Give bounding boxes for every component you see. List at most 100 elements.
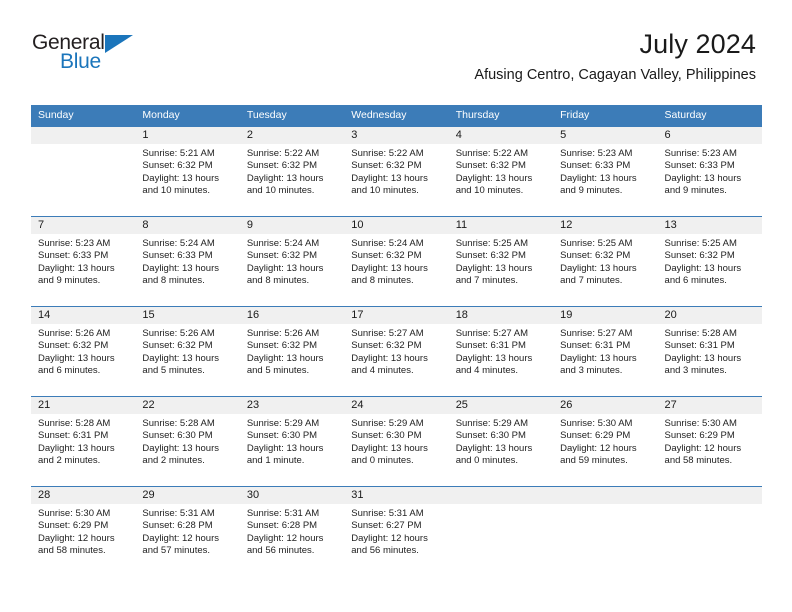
day-details: Sunrise: 5:31 AM Sunset: 6:28 PM Dayligh… [246, 508, 324, 557]
calendar-day-cell[interactable] [657, 486, 762, 576]
day-number: 20 [657, 307, 762, 324]
day-number: 28 [31, 487, 136, 504]
day-details: Sunrise: 5:27 AM Sunset: 6:31 PM Dayligh… [455, 328, 533, 377]
calendar-day-cell[interactable]: 6 Sunrise: 5:23 AM Sunset: 6:33 PM Daylig… [657, 126, 762, 216]
day-number: 30 [239, 487, 345, 504]
calendar-day-cell[interactable]: 12 Sunrise: 5:25 AM Sunset: 6:32 PM Dayli… [553, 216, 658, 306]
day-number: 23 [239, 397, 345, 414]
calendar-day-cell[interactable]: 5 Sunrise: 5:23 AM Sunset: 6:33 PM Daylig… [553, 126, 658, 216]
calendar-day-cell[interactable]: 22 Sunrise: 5:28 AM Sunset: 6:30 PM Dayli… [135, 396, 240, 486]
triangle-icon [105, 35, 133, 53]
calendar-day-cell[interactable]: 14 Sunrise: 5:26 AM Sunset: 6:32 PM Dayli… [31, 306, 136, 396]
day-number: 1 [135, 127, 240, 144]
day-number: 12 [553, 217, 658, 234]
calendar-day-cell[interactable]: 7 Sunrise: 5:23 AM Sunset: 6:33 PM Daylig… [31, 216, 136, 306]
calendar-week-row: 21 Sunrise: 5:28 AM Sunset: 6:31 PM Dayli… [31, 396, 762, 486]
calendar-week-row: 28 Sunrise: 5:30 AM Sunset: 6:29 PM Dayli… [31, 486, 762, 576]
day-details: Sunrise: 5:25 AM Sunset: 6:32 PM Dayligh… [664, 238, 742, 287]
day-number: 26 [553, 397, 658, 414]
day-number: 24 [344, 397, 449, 414]
calendar-day-cell[interactable]: 24 Sunrise: 5:29 AM Sunset: 6:30 PM Dayli… [344, 396, 449, 486]
calendar-day-cell[interactable]: 18 Sunrise: 5:27 AM Sunset: 6:31 PM Dayli… [448, 306, 554, 396]
day-details: Sunrise: 5:31 AM Sunset: 6:27 PM Dayligh… [351, 508, 428, 557]
calendar-day-cell[interactable]: 27 Sunrise: 5:30 AM Sunset: 6:29 PM Dayli… [657, 396, 762, 486]
day-details: Sunrise: 5:26 AM Sunset: 6:32 PM Dayligh… [246, 328, 324, 377]
day-number: 27 [657, 397, 762, 414]
calendar-day-cell[interactable]: 17 Sunrise: 5:27 AM Sunset: 6:32 PM Dayli… [344, 306, 449, 396]
day-number [448, 487, 554, 504]
day-details [553, 504, 657, 508]
calendar-day-cell[interactable]: 13 Sunrise: 5:25 AM Sunset: 6:32 PM Dayli… [657, 216, 762, 306]
calendar-day-cell[interactable]: 11 Sunrise: 5:25 AM Sunset: 6:32 PM Dayli… [448, 216, 554, 306]
day-number: 29 [135, 487, 240, 504]
day-number: 25 [448, 397, 554, 414]
calendar-day-cell[interactable]: 19 Sunrise: 5:27 AM Sunset: 6:31 PM Dayli… [553, 306, 658, 396]
calendar-day-cell[interactable]: 3 Sunrise: 5:22 AM Sunset: 6:32 PM Daylig… [344, 126, 449, 216]
day-number: 22 [135, 397, 240, 414]
calendar-day-cell[interactable]: 10 Sunrise: 5:24 AM Sunset: 6:32 PM Dayli… [344, 216, 449, 306]
calendar-body: 1 Sunrise: 5:21 AM Sunset: 6:32 PM Daylig… [31, 126, 762, 576]
calendar-week-row: 14 Sunrise: 5:26 AM Sunset: 6:32 PM Dayli… [31, 306, 762, 396]
calendar-day-cell[interactable] [31, 126, 136, 216]
day-details: Sunrise: 5:25 AM Sunset: 6:32 PM Dayligh… [560, 238, 637, 287]
calendar-day-cell[interactable]: 28 Sunrise: 5:30 AM Sunset: 6:29 PM Dayli… [31, 486, 136, 576]
calendar-day-cell[interactable]: 29 Sunrise: 5:31 AM Sunset: 6:28 PM Dayli… [135, 486, 240, 576]
day-number: 9 [239, 217, 345, 234]
day-details: Sunrise: 5:22 AM Sunset: 6:32 PM Dayligh… [246, 148, 324, 197]
day-details: Sunrise: 5:23 AM Sunset: 6:33 PM Dayligh… [560, 148, 637, 197]
general-blue-logo[interactable]: General Blue [32, 32, 152, 78]
weekday-header-monday: Monday [135, 105, 240, 126]
calendar-day-cell[interactable]: 31 Sunrise: 5:31 AM Sunset: 6:27 PM Dayli… [344, 486, 449, 576]
day-details: Sunrise: 5:29 AM Sunset: 6:30 PM Dayligh… [455, 418, 533, 467]
calendar-day-cell[interactable]: 20 Sunrise: 5:28 AM Sunset: 6:31 PM Dayli… [657, 306, 762, 396]
calendar-day-cell[interactable]: 23 Sunrise: 5:29 AM Sunset: 6:30 PM Dayli… [239, 396, 345, 486]
day-details: Sunrise: 5:22 AM Sunset: 6:32 PM Dayligh… [455, 148, 533, 197]
day-details: Sunrise: 5:30 AM Sunset: 6:29 PM Dayligh… [38, 508, 115, 557]
day-details [449, 504, 553, 508]
day-details: Sunrise: 5:25 AM Sunset: 6:32 PM Dayligh… [455, 238, 533, 287]
calendar-day-cell[interactable]: 9 Sunrise: 5:24 AM Sunset: 6:32 PM Daylig… [239, 216, 345, 306]
calendar-day-cell[interactable]: 30 Sunrise: 5:31 AM Sunset: 6:28 PM Dayli… [239, 486, 345, 576]
day-number: 4 [448, 127, 554, 144]
calendar-day-cell[interactable]: 26 Sunrise: 5:30 AM Sunset: 6:29 PM Dayli… [553, 396, 658, 486]
day-number: 31 [344, 487, 449, 504]
day-details: Sunrise: 5:21 AM Sunset: 6:32 PM Dayligh… [142, 148, 219, 197]
day-details: Sunrise: 5:29 AM Sunset: 6:30 PM Dayligh… [351, 418, 428, 467]
weekday-header-wednesday: Wednesday [344, 105, 449, 126]
day-number: 2 [239, 127, 345, 144]
day-number: 11 [448, 217, 554, 234]
calendar-day-cell[interactable] [448, 486, 554, 576]
day-number: 8 [135, 217, 240, 234]
day-details: Sunrise: 5:24 AM Sunset: 6:32 PM Dayligh… [351, 238, 428, 287]
weekday-header-tuesday: Tuesday [239, 105, 345, 126]
day-number: 21 [31, 397, 136, 414]
day-details [31, 144, 135, 148]
calendar-day-cell[interactable]: 2 Sunrise: 5:22 AM Sunset: 6:32 PM Daylig… [239, 126, 345, 216]
calendar-day-cell[interactable]: 21 Sunrise: 5:28 AM Sunset: 6:31 PM Dayli… [31, 396, 136, 486]
calendar-day-cell[interactable]: 1 Sunrise: 5:21 AM Sunset: 6:32 PM Daylig… [135, 126, 240, 216]
day-details: Sunrise: 5:28 AM Sunset: 6:31 PM Dayligh… [664, 328, 742, 377]
day-number: 6 [657, 127, 762, 144]
day-number: 15 [135, 307, 240, 324]
day-details: Sunrise: 5:22 AM Sunset: 6:32 PM Dayligh… [351, 148, 428, 197]
calendar-day-cell[interactable]: 8 Sunrise: 5:24 AM Sunset: 6:33 PM Daylig… [135, 216, 240, 306]
day-number [657, 487, 762, 504]
weekday-header-thursday: Thursday [448, 105, 554, 126]
calendar-day-cell[interactable]: 16 Sunrise: 5:26 AM Sunset: 6:32 PM Dayli… [239, 306, 345, 396]
calendar-day-cell[interactable]: 25 Sunrise: 5:29 AM Sunset: 6:30 PM Dayli… [448, 396, 554, 486]
day-details: Sunrise: 5:26 AM Sunset: 6:32 PM Dayligh… [142, 328, 219, 377]
day-details: Sunrise: 5:26 AM Sunset: 6:32 PM Dayligh… [38, 328, 115, 377]
day-number: 16 [239, 307, 345, 324]
calendar-table: Sunday Monday Tuesday Wednesday Thursday… [31, 105, 762, 576]
day-number: 18 [448, 307, 554, 324]
calendar-week-row: 7 Sunrise: 5:23 AM Sunset: 6:33 PM Daylig… [31, 216, 762, 306]
day-number: 13 [657, 217, 762, 234]
day-details: Sunrise: 5:30 AM Sunset: 6:29 PM Dayligh… [560, 418, 637, 467]
logo-text-blue: Blue [60, 50, 101, 73]
calendar-day-cell[interactable]: 15 Sunrise: 5:26 AM Sunset: 6:32 PM Dayli… [135, 306, 240, 396]
calendar-week-row: 1 Sunrise: 5:21 AM Sunset: 6:32 PM Daylig… [31, 126, 762, 216]
calendar-day-cell[interactable] [553, 486, 658, 576]
calendar-day-cell[interactable]: 4 Sunrise: 5:22 AM Sunset: 6:32 PM Daylig… [448, 126, 554, 216]
day-details [658, 504, 762, 508]
weekday-header-sunday: Sunday [31, 105, 136, 126]
